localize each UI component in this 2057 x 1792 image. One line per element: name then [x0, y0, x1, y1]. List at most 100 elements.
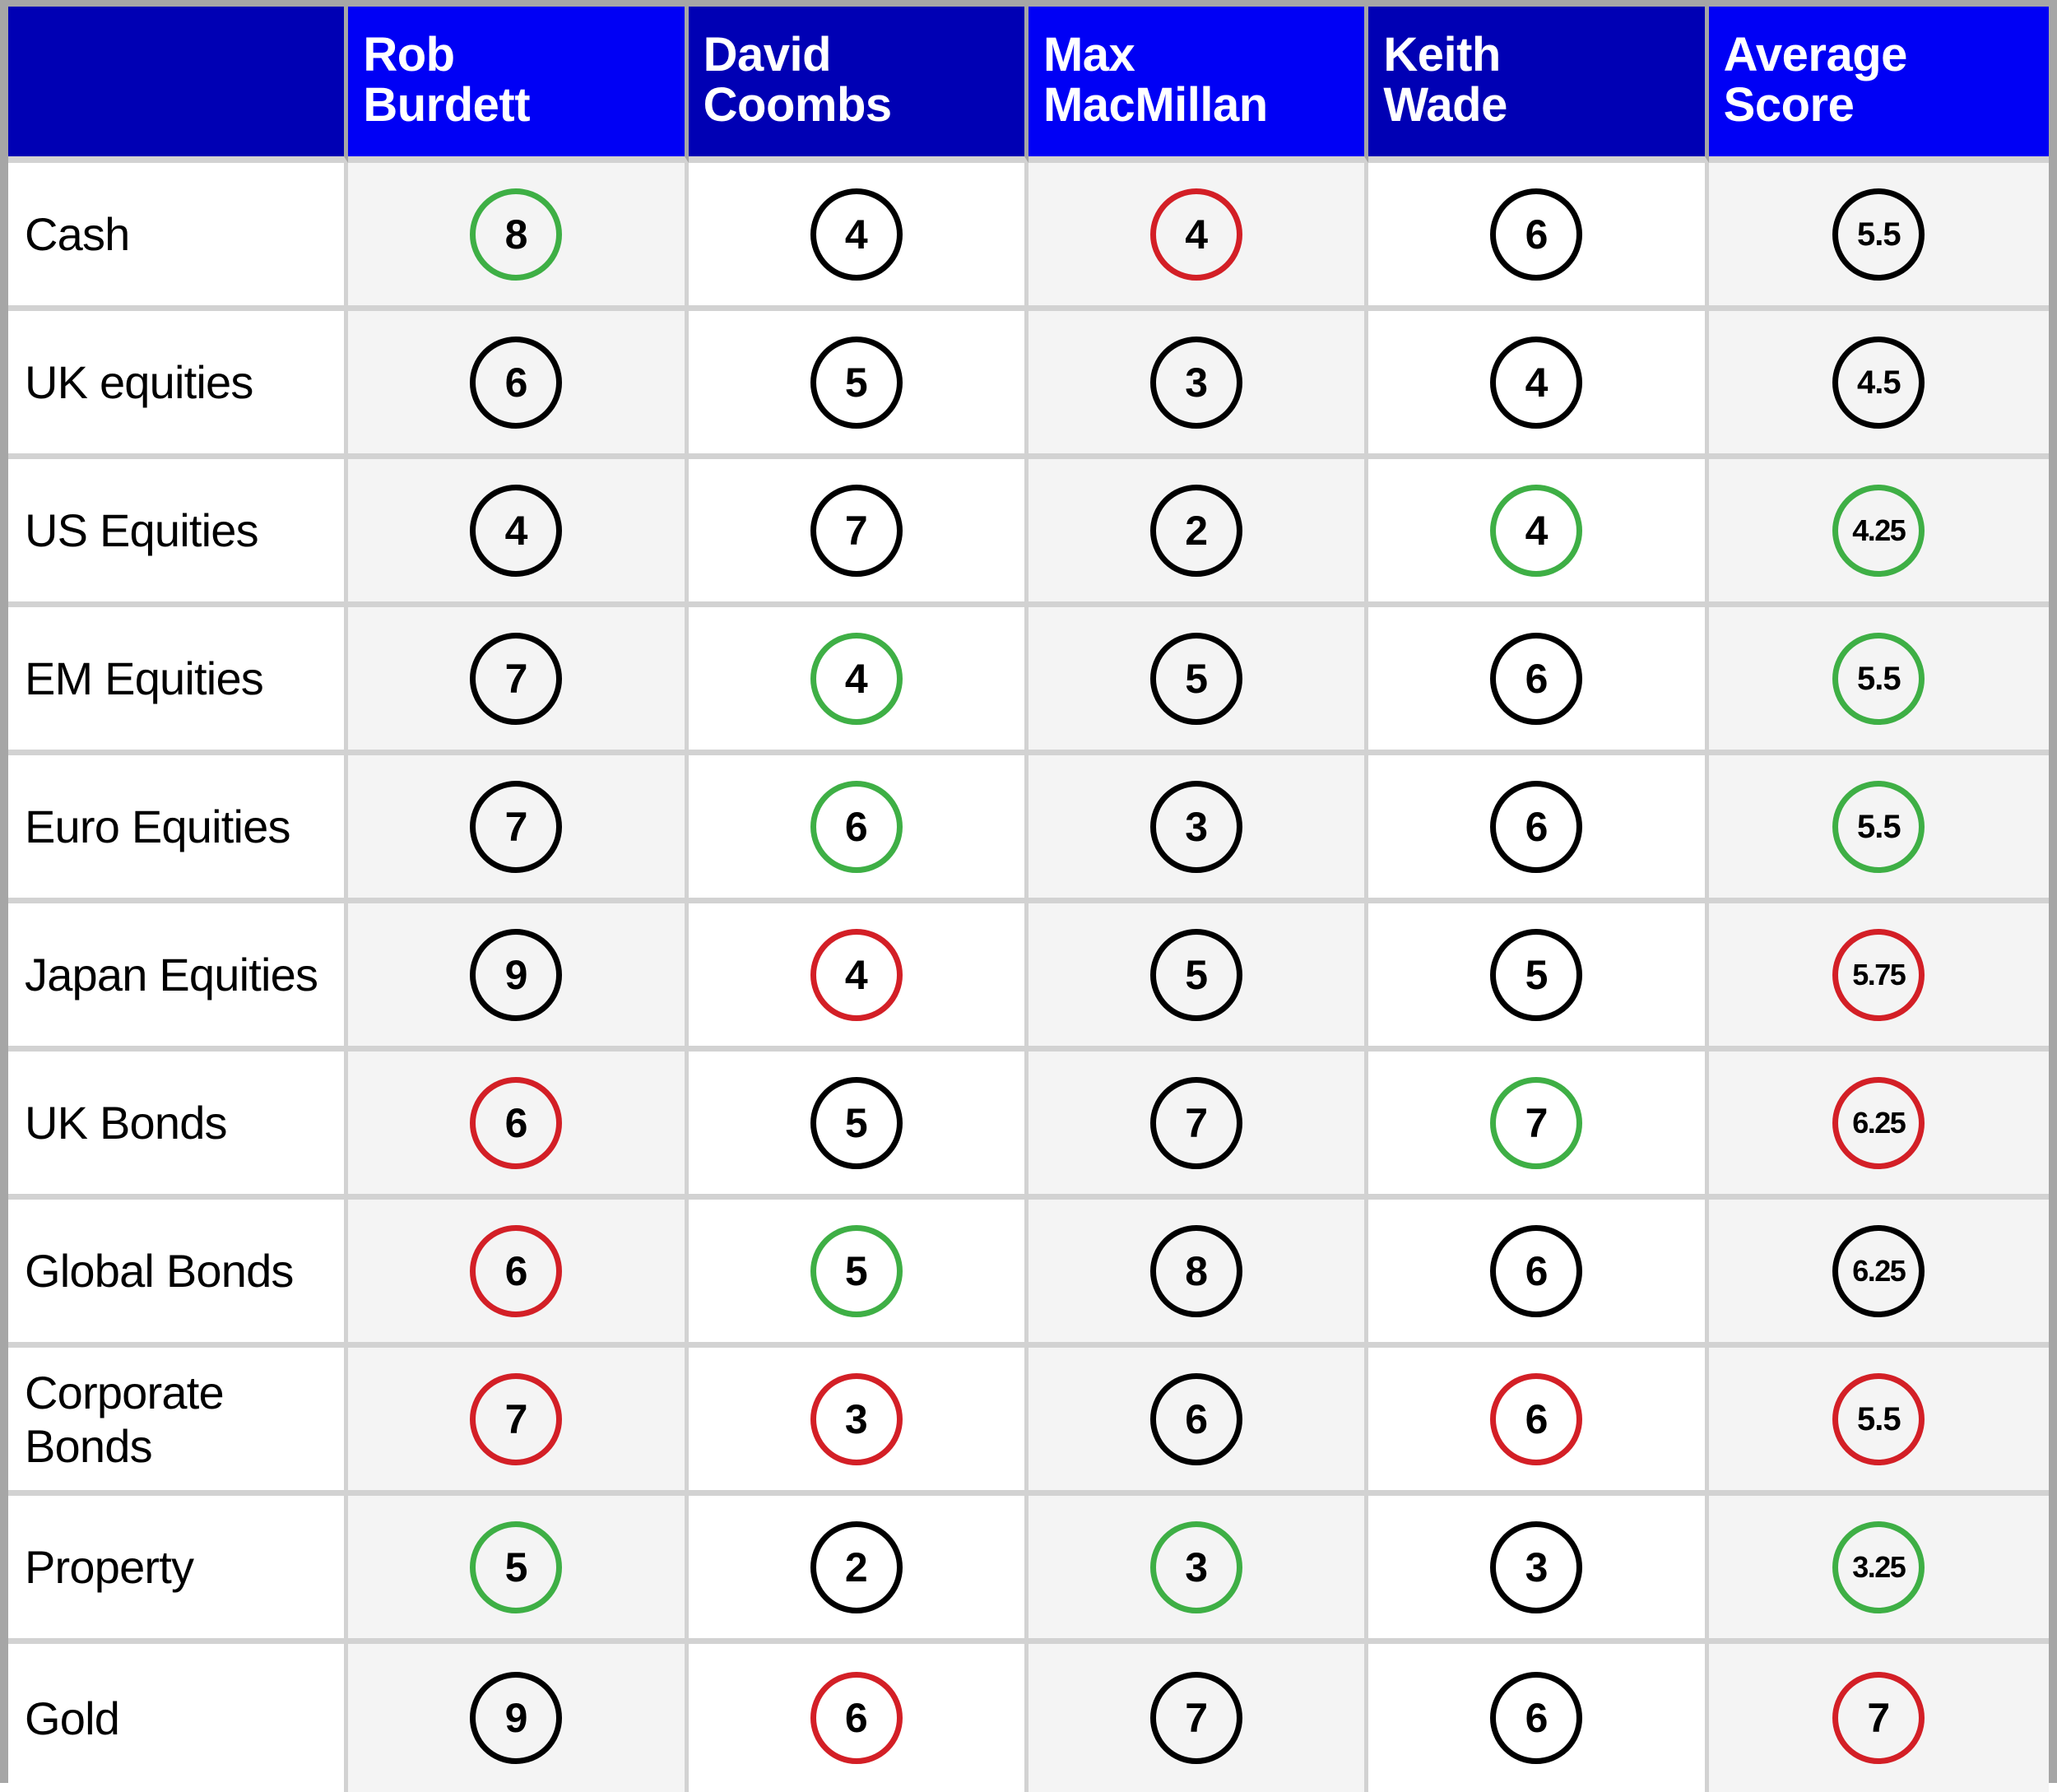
score-cell: 6 [1368, 1200, 1709, 1348]
score-cell: 6 [1368, 1644, 1709, 1792]
score-cell: 7 [1708, 1644, 2049, 1792]
score-cell: 5.5 [1708, 163, 2049, 311]
score-circle-black: 7 [470, 780, 563, 873]
score-circle-black: 5.5 [1832, 188, 1925, 281]
header-row: Rob Burdett David Coombs Max MacMillan K… [8, 7, 2049, 163]
score-circle-black: 2 [1150, 484, 1243, 577]
score-circle-red: 3 [810, 1372, 903, 1465]
score-circle-black: 5 [810, 1076, 903, 1169]
score-circle-red: 6 [810, 1672, 903, 1764]
column-header-david-coombs: David Coombs [688, 7, 1028, 163]
table-row: Corporate Bonds 7 3 6 6 5.5 [8, 1348, 2049, 1496]
score-circle-green: 7 [1490, 1076, 1583, 1169]
row-label-japan-equities: Japan Equities [8, 903, 349, 1052]
table-row: UK Bonds 6 5 7 7 6.25 [8, 1052, 2049, 1200]
score-cell: 7 [348, 755, 689, 903]
row-label-us-equities: US Equities [8, 459, 349, 607]
score-cell: 5.75 [1708, 903, 2049, 1052]
score-cell: 5 [348, 1496, 689, 1644]
score-cell: 3 [688, 1348, 1028, 1496]
score-circle-black: 7 [810, 484, 903, 577]
score-circle-black: 2 [810, 1520, 903, 1613]
score-cell: 6 [1368, 163, 1709, 311]
score-cell: 6 [348, 1200, 689, 1348]
score-cell: 7 [1368, 1052, 1709, 1200]
score-circle-black: 4 [470, 484, 563, 577]
score-circle-red: 6 [470, 1224, 563, 1317]
table-body: Cash 8 4 4 6 5.5 UK equities 6 5 3 4 4.5 US Equities… [8, 163, 2049, 1792]
score-circle-green: 5 [470, 1520, 563, 1613]
table-row: Global Bonds 6 5 8 6 6.25 [8, 1200, 2049, 1348]
score-circle-black: 6 [1490, 1672, 1583, 1764]
score-circle-black: 5 [1150, 928, 1243, 1021]
score-circle-black: 5 [1490, 928, 1583, 1021]
score-cell: 6 [1368, 755, 1709, 903]
score-cell: 8 [348, 163, 689, 311]
table-row: EM Equities 7 4 5 6 5.5 [8, 607, 2049, 755]
score-circle-black: 3 [1150, 336, 1243, 429]
score-cell: 4 [1368, 459, 1709, 607]
score-cell: 6.25 [1708, 1200, 2049, 1348]
score-circle-red: 6.25 [1832, 1076, 1925, 1169]
column-header-average-score: Average Score [1708, 7, 2049, 163]
row-label-euro-equities: Euro Equities [8, 755, 349, 903]
score-circle-red: 7 [470, 1372, 563, 1465]
table-row: Gold 9 6 7 6 7 [8, 1644, 2049, 1792]
score-cell: 5 [1368, 903, 1709, 1052]
score-cell: 3 [1368, 1496, 1709, 1644]
score-circle-red: 5.75 [1832, 928, 1925, 1021]
score-circle-black: 4.5 [1832, 336, 1925, 429]
score-circle-green: 4 [810, 632, 903, 725]
score-cell: 4 [688, 903, 1028, 1052]
column-header-keith-wade: Keith Wade [1368, 7, 1709, 163]
score-cell: 3 [1028, 1496, 1369, 1644]
score-circle-black: 3 [1490, 1520, 1583, 1613]
score-cell: 9 [348, 1644, 689, 1792]
score-cell: 6.25 [1708, 1052, 2049, 1200]
score-circle-red: 4 [810, 928, 903, 1021]
score-cell: 6 [1368, 1348, 1709, 1496]
column-header-asset-class [8, 7, 349, 163]
score-circle-red: 6 [1490, 1372, 1583, 1465]
row-label-gold: Gold [8, 1644, 349, 1792]
row-label-global-bonds: Global Bonds [8, 1200, 349, 1348]
score-circle-green: 5.5 [1832, 780, 1925, 873]
row-label-cash: Cash [8, 163, 349, 311]
score-cell: 6 [348, 1052, 689, 1200]
score-cell: 2 [1028, 459, 1369, 607]
score-circle-green: 4.25 [1832, 484, 1925, 577]
table-row: Euro Equities 7 6 3 6 5.5 [8, 755, 2049, 903]
score-cell: 5.5 [1708, 755, 2049, 903]
score-cell: 4.5 [1708, 311, 2049, 459]
score-cell: 4 [1368, 311, 1709, 459]
score-circle-green: 5 [810, 1224, 903, 1317]
score-cell: 3 [1028, 755, 1369, 903]
score-circle-black: 3 [1150, 780, 1243, 873]
score-cell: 2 [688, 1496, 1028, 1644]
score-circle-green: 3.25 [1832, 1520, 1925, 1613]
row-label-uk-equities: UK equities [8, 311, 349, 459]
score-circle-black: 6 [1490, 632, 1583, 725]
score-circle-black: 6 [1150, 1372, 1243, 1465]
column-header-max-macmillan: Max MacMillan [1028, 7, 1369, 163]
score-cell: 5 [688, 1052, 1028, 1200]
score-circle-black: 6 [1490, 780, 1583, 873]
score-circle-black: 9 [470, 1672, 563, 1764]
score-cell: 4 [688, 607, 1028, 755]
score-circle-green: 5.5 [1832, 632, 1925, 725]
score-circle-black: 5 [1150, 632, 1243, 725]
score-circle-red: 7 [1832, 1672, 1925, 1764]
score-circle-black: 7 [1150, 1672, 1243, 1764]
column-header-rob-burdett: Rob Burdett [348, 7, 689, 163]
table-row: US Equities 4 7 2 4 4.25 [8, 459, 2049, 607]
score-circle-black: 4 [810, 188, 903, 281]
score-cell: 7 [688, 459, 1028, 607]
score-circle-black: 5 [810, 336, 903, 429]
score-cell: 7 [348, 607, 689, 755]
table-row: Cash 8 4 4 6 5.5 [8, 163, 2049, 311]
score-cell: 4.25 [1708, 459, 2049, 607]
table-row: UK equities 6 5 3 4 4.5 [8, 311, 2049, 459]
row-label-uk-bonds: UK Bonds [8, 1052, 349, 1200]
score-cell: 6 [348, 311, 689, 459]
score-cell: 5 [688, 311, 1028, 459]
